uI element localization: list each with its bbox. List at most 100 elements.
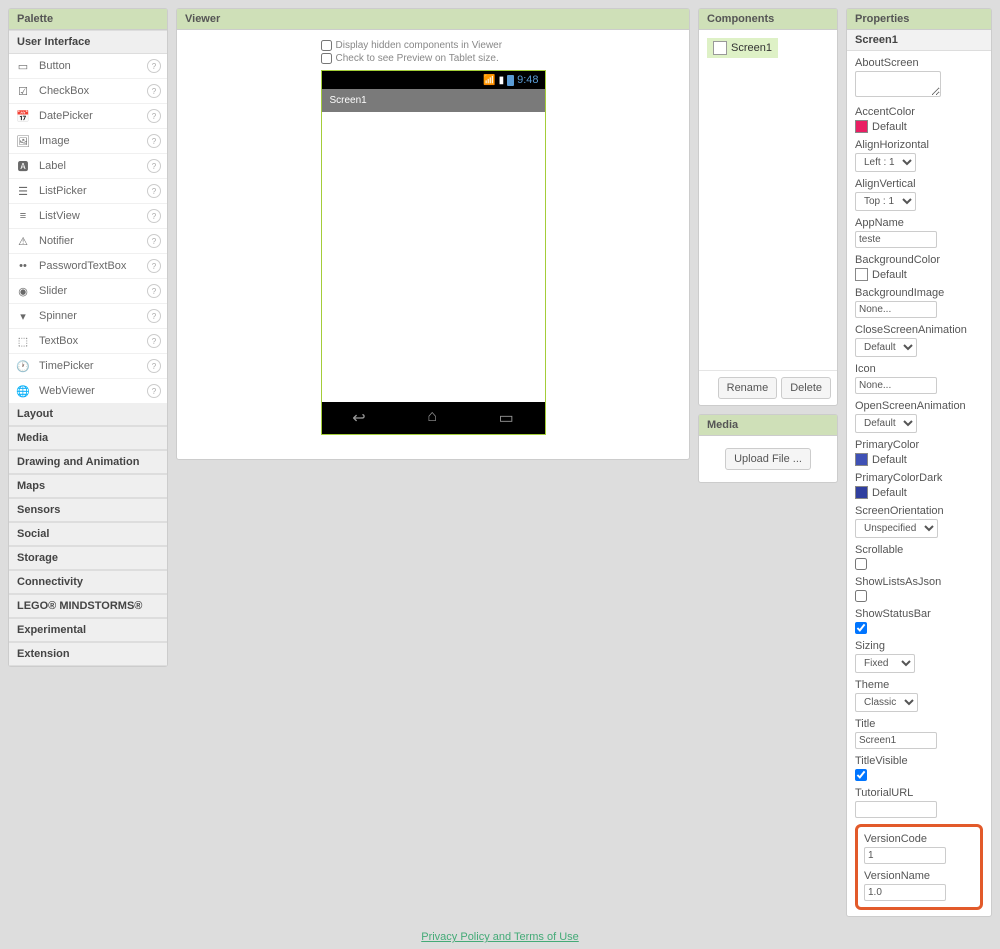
help-icon[interactable]: ? [147,109,161,123]
textbox-icon: ⬚ [15,333,31,349]
phone-preview: 9:48 Screen1 ↩ ⌂ ▭ [321,70,546,435]
help-icon[interactable]: ? [147,159,161,173]
palette-item-button[interactable]: ▭Button? [9,54,167,79]
versionname-label: VersionName [864,870,974,882]
palette-item-spinner[interactable]: ▾Spinner? [9,304,167,329]
palette-category-layout[interactable]: Layout [9,403,167,426]
signal-icon [499,74,505,86]
screen-titlebar: Screen1 [322,89,545,112]
rename-button[interactable]: Rename [718,377,778,399]
palette-item-label: Slider [39,285,67,297]
alignv-select[interactable]: Top : 1 [855,192,916,211]
tutorialurl-label: TutorialURL [855,787,983,799]
palette-item-label: DatePicker [39,110,93,122]
delete-button[interactable]: Delete [781,377,831,399]
palette-category-media[interactable]: Media [9,426,167,450]
viewer-title: Viewer [177,9,689,30]
show-hidden-toggle[interactable]: Display hidden components in Viewer [321,40,546,51]
help-icon[interactable]: ? [147,84,161,98]
palette-category-extension[interactable]: Extension [9,642,167,666]
palette-item-listview[interactable]: ≡ListView? [9,204,167,229]
appname-label: AppName [855,217,983,229]
help-icon[interactable]: ? [147,284,161,298]
notifier-icon: ⚠ [15,233,31,249]
palette-category-storage[interactable]: Storage [9,546,167,570]
scrollable-check[interactable] [855,558,867,570]
orientation-label: ScreenOrientation [855,505,983,517]
tablet-preview-toggle[interactable]: Check to see Preview on Tablet size. [321,53,546,64]
tutorialurl-input[interactable] [855,801,937,818]
primarycolor-label: PrimaryColor [855,439,983,451]
help-icon[interactable]: ? [147,309,161,323]
palette-category-maps[interactable]: Maps [9,474,167,498]
help-icon[interactable]: ? [147,184,161,198]
upload-file-button[interactable]: Upload File ... [725,448,811,470]
palette-item-label: ListView [39,210,80,222]
palette-item-webviewer[interactable]: 🌐 WebViewer? [9,379,167,403]
bgimage-input[interactable] [855,301,937,318]
palette-title: Palette [9,9,167,30]
help-icon[interactable]: ? [147,384,161,398]
checkbox-icon: ☑ [15,83,31,99]
accentcolor-value[interactable]: Default [855,120,983,133]
palette-item-passwordtextbox[interactable]: ••PasswordTextBox? [9,254,167,279]
icon-input[interactable] [855,377,937,394]
help-icon[interactable]: ? [147,134,161,148]
palette-item-label: Image [39,135,70,147]
closeanimation-select[interactable]: Default [855,338,917,357]
palette-item-timepicker[interactable]: 🕐TimePicker? [9,354,167,379]
palette-item-notifier[interactable]: ⚠Notifier? [9,229,167,254]
help-icon[interactable]: ? [147,359,161,373]
palette-category-sensors[interactable]: Sensors [9,498,167,522]
webviewer-icon: 🌐 [15,383,31,399]
sizing-select[interactable]: Fixed [855,654,915,673]
palette-category-drawing-and-animation[interactable]: Drawing and Animation [9,450,167,474]
primarycolor-value[interactable]: Default [855,453,983,466]
alignh-select[interactable]: Left : 1 [855,153,916,172]
color-swatch-icon [855,453,868,466]
appname-input[interactable] [855,231,937,248]
palette-item-label[interactable]: 🅰Label? [9,154,167,179]
help-icon[interactable]: ? [147,259,161,273]
privacy-link[interactable]: Privacy Policy and Terms of Use [421,931,579,943]
aboutscreen-input[interactable] [855,71,941,97]
screen-canvas[interactable] [322,112,545,402]
help-icon[interactable]: ? [147,209,161,223]
theme-select[interactable]: Classic [855,693,918,712]
alignh-label: AlignHorizontal [855,139,983,151]
help-icon[interactable]: ? [147,59,161,73]
primarydark-value[interactable]: Default [855,486,983,499]
palette-category-experimental[interactable]: Experimental [9,618,167,642]
versioncode-input[interactable] [864,847,946,864]
components-title: Components [699,9,837,30]
bgcolor-value[interactable]: Default [855,268,983,281]
palette-item-label: WebViewer [39,385,95,397]
palette-item-label: CheckBox [39,85,89,97]
versionname-input[interactable] [864,884,946,901]
component-screen1[interactable]: Screen1 [707,38,778,58]
palette-panel: Palette User Interface ▭Button? ☑ CheckBox… [8,8,168,667]
title-input[interactable] [855,732,937,749]
home-icon: ⌂ [427,408,437,428]
palette-item-slider[interactable]: ◉Slider? [9,279,167,304]
showlists-check[interactable] [855,590,867,602]
palette-item-datepicker[interactable]: 📅DatePicker? [9,104,167,129]
version-highlight: VersionCode VersionName [855,824,983,910]
titlevisible-check[interactable] [855,769,867,781]
palette-category-social[interactable]: Social [9,522,167,546]
palette-category-ui[interactable]: User Interface [9,30,167,54]
accentcolor-label: AccentColor [855,106,983,118]
help-icon[interactable]: ? [147,234,161,248]
primarydark-label: PrimaryColorDark [855,472,983,484]
palette-item-image[interactable]: 🖼Image? [9,129,167,154]
scrollable-label: Scrollable [855,544,983,556]
palette-item-listpicker[interactable]: ☰ListPicker? [9,179,167,204]
palette-category-lego-mindstorms-[interactable]: LEGO® MINDSTORMS® [9,594,167,618]
openanimation-select[interactable]: Default [855,414,917,433]
palette-category-connectivity[interactable]: Connectivity [9,570,167,594]
palette-item-textbox[interactable]: ⬚TextBox? [9,329,167,354]
help-icon[interactable]: ? [147,334,161,348]
showstatus-check[interactable] [855,622,867,634]
palette-item-checkbox[interactable]: ☑ CheckBox? [9,79,167,104]
orientation-select[interactable]: Unspecified [855,519,938,538]
